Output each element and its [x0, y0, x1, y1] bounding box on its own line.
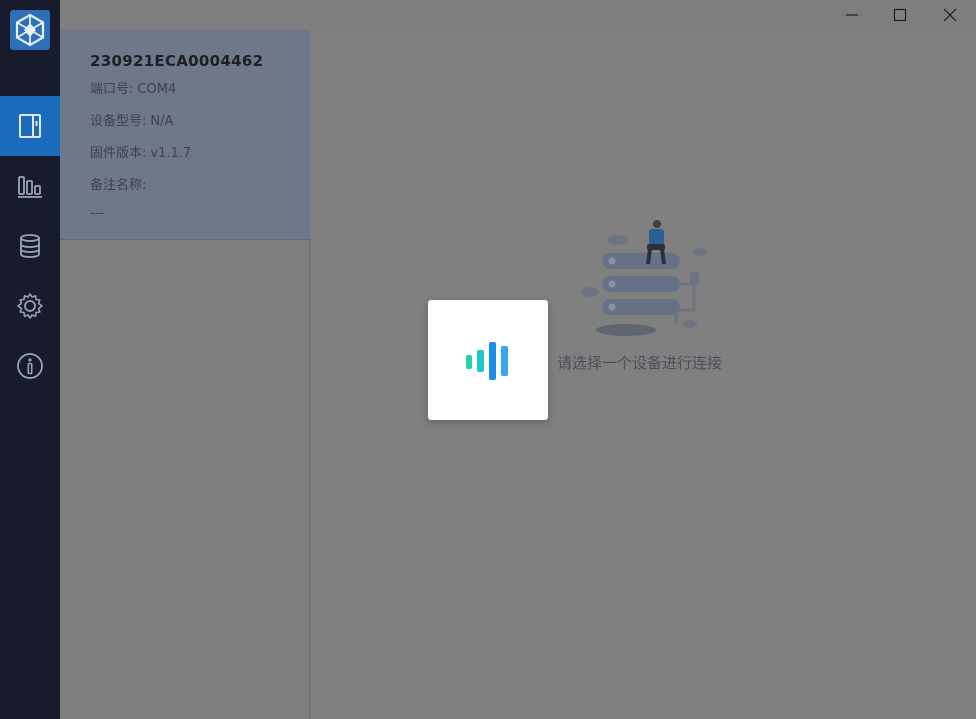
sidebar-item-settings[interactable] — [0, 276, 60, 336]
device-model: 设备型号: N/A — [90, 110, 310, 130]
sidebar-item-devices[interactable] — [0, 96, 60, 156]
sidebar-item-database[interactable] — [0, 216, 60, 276]
empty-state-message: 请选择一个设备进行连接 — [557, 354, 723, 372]
port-label: 端口号: — [90, 82, 134, 97]
device-card[interactable]: 230921ECA0004462 端口号: COM4 设备型号: N/A 固件版本:… — [60, 30, 310, 240]
device-serial: 230921ECA0004462 — [90, 52, 264, 70]
model-value: N/A — [150, 114, 174, 129]
minimize-button[interactable] — [828, 0, 876, 30]
server-with-person-illustration — [581, 220, 707, 336]
firmware-value: v1.1.7 — [150, 146, 192, 161]
device-firmware: 固件版本: v1.1.7 — [90, 142, 310, 162]
device-list-panel: 230921ECA0004462 端口号: COM4 设备型号: N/A 固件版本:… — [60, 30, 310, 719]
device-icon — [19, 114, 41, 138]
sidebar-item-about[interactable] — [0, 336, 60, 396]
loading-bars-icon — [466, 342, 508, 380]
device-note: 备注名称: — [90, 174, 310, 194]
loading-dialog — [428, 300, 548, 420]
main-content: 请选择一个设备进行连接 — [311, 30, 976, 719]
close-icon — [943, 8, 957, 22]
maximize-button[interactable] — [876, 0, 924, 30]
app-logo — [10, 10, 50, 50]
device-note-value: --- — [90, 206, 105, 221]
device-port: 端口号: COM4 — [90, 78, 310, 98]
firmware-label: 固件版本: — [90, 146, 147, 161]
database-icon — [20, 234, 40, 258]
port-value: COM4 — [137, 82, 177, 97]
sidebar-item-statistics[interactable] — [0, 156, 60, 216]
bar-chart-icon — [18, 176, 42, 198]
model-label: 设备型号: — [90, 114, 147, 129]
maximize-icon — [893, 8, 907, 22]
note-label: 备注名称: — [90, 178, 147, 193]
app-logo-icon — [15, 13, 45, 47]
gear-icon — [17, 293, 43, 319]
info-icon — [17, 353, 43, 379]
title-bar — [60, 0, 976, 30]
minimize-icon — [846, 14, 858, 16]
sidebar — [0, 0, 60, 719]
close-button[interactable] — [926, 0, 974, 30]
